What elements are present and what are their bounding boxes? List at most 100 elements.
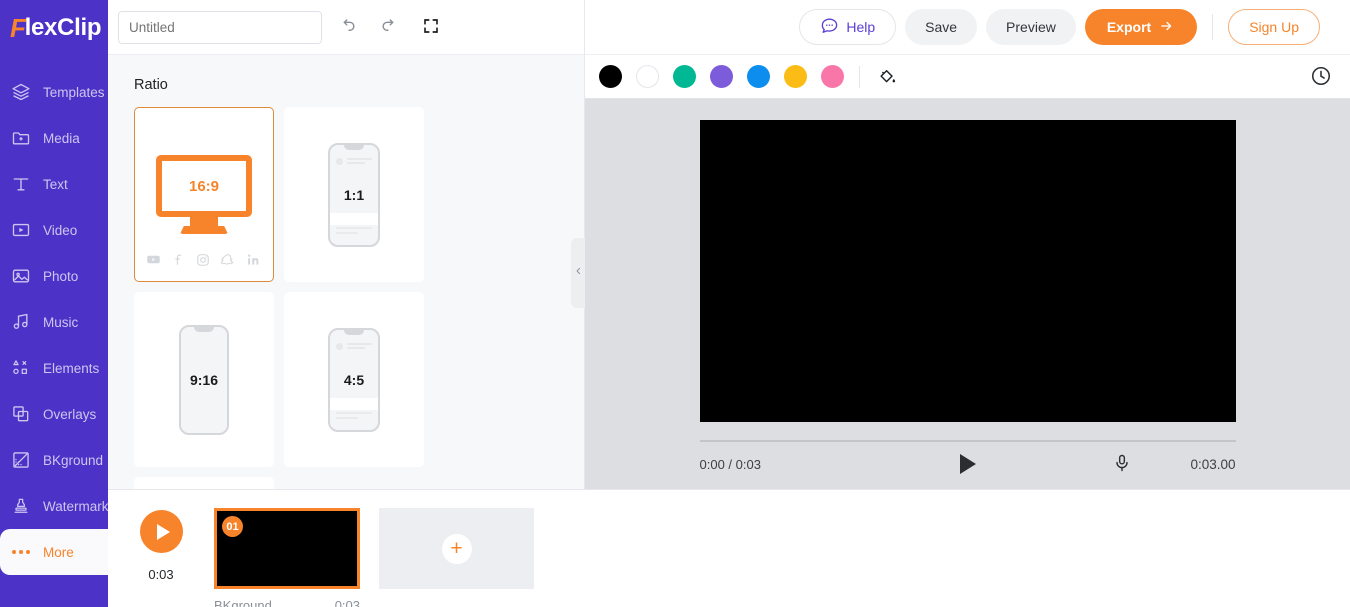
signup-button[interactable]: Sign Up [1228,9,1320,45]
toolbar-divider [1212,14,1214,40]
templates-icon [8,79,34,105]
sidebar-item-photo[interactable]: Photo [0,253,108,299]
player-time-current: 0:00 / 0:03 [699,456,761,472]
logo-f-mark: F [10,12,26,43]
phone-mockup: 9:16 [179,324,229,435]
ratio-option-4-5[interactable]: 4:5 [284,292,424,467]
monitor-base [180,226,228,234]
color-swatch-teal[interactable] [673,65,696,88]
linkedin-icon [246,253,262,267]
redo-button[interactable] [372,10,406,44]
plus-icon: + [441,533,472,564]
sidebar-item-music[interactable]: Music [0,299,108,345]
clip-meta: BKground 0:03 [214,598,360,607]
chevron-left-icon [574,264,583,283]
ratio-option-9-16[interactable]: 9:16 [134,292,274,467]
color-swatch-blue[interactable] [747,65,770,88]
sidebar-item-label: Overlays [43,406,97,422]
color-swatch-white[interactable] [636,65,659,88]
clip-thumbnail[interactable]: 01 [214,508,360,589]
sidebar-item-label: Photo [43,268,79,284]
project-title-input[interactable] [118,10,322,44]
panel-collapse-button[interactable] [571,238,585,308]
app-logo[interactable]: FlexClip [0,0,108,55]
snapchat-icon [221,253,235,267]
clip-index-badge: 01 [222,516,243,537]
bkground-icon [8,447,34,473]
monitor-mockup: 16:9 [156,155,252,234]
facebook-icon [172,252,185,267]
sidebar-nav: Templates Media Text Video Photo Music E… [0,55,109,575]
sidebar-item-bkground[interactable]: BKground [0,437,108,483]
mock-text-lines [347,157,372,166]
mock-text-lines [347,342,372,351]
sidebar-item-label: Media [43,130,80,146]
ratio-label: 16:9 [156,155,252,217]
mock-post-image [330,397,378,410]
color-swatch-pink[interactable] [821,65,844,88]
phone-mockup: 1:1 [328,142,380,247]
save-button[interactable]: Save [905,9,978,45]
timeline-play-button[interactable] [139,510,183,553]
export-button[interactable]: Export [1084,9,1198,45]
monitor-neck [190,217,218,226]
sidebar-item-overlays[interactable]: Overlays [0,391,108,437]
sidebar-item-media[interactable]: Media [0,115,108,161]
undo-icon [338,16,357,38]
sidebar-item-watermark[interactable]: Watermark [0,483,109,529]
mock-post-header [336,157,372,166]
instagram-icon [196,253,210,267]
flexclip-editor: FlexClip Templates Media Text Video Phot… [0,0,1350,607]
sidebar-item-more[interactable]: More [0,519,108,575]
preview-label: Preview [1006,19,1056,35]
timeline-clips: 01 BKground 0:03 + [214,502,534,607]
color-bar-divider [859,65,860,88]
mock-post-header [336,342,372,351]
sidebar-item-text[interactable]: Text [0,161,108,207]
video-icon [8,217,34,243]
clip-name: BKground [214,598,272,607]
fullscreen-button[interactable] [414,10,448,44]
video-canvas[interactable] [699,120,1236,422]
sidebar-item-elements[interactable]: Elements [0,345,108,391]
color-swatch-purple[interactable] [710,65,733,88]
sidebar-item-label: Music [43,314,79,330]
mock-post-image [330,212,378,225]
sidebar-item-label: Video [43,222,78,238]
media-icon [8,125,34,151]
redo-icon [380,16,399,38]
microphone-icon[interactable] [1112,453,1132,476]
save-label: Save [925,19,958,35]
music-icon [8,309,34,335]
phone-mockup: 4:5 [328,327,380,432]
ratio-option-16-9[interactable]: 16:9 [134,107,274,282]
ratio-option-1-1[interactable]: 1:1 [284,107,424,282]
history-clock-icon[interactable] [1310,65,1334,89]
color-swatch-yellow[interactable] [784,65,807,88]
youtube-icon [146,252,161,267]
timeline-total-duration: 0:03 [148,567,174,582]
paint-bucket-icon[interactable] [875,65,899,89]
ratio-label: 1:1 [343,186,365,203]
elements-icon [8,355,34,381]
phone-notch [344,144,364,150]
social-platform-row [135,252,273,267]
player-play-button[interactable] [959,454,976,474]
sidebar-item-templates[interactable]: Templates [0,69,108,115]
sidebar-item-video[interactable]: Video [0,207,108,253]
photo-icon [8,263,34,289]
background-color-bar [585,55,1350,99]
phone-notch [194,326,214,332]
text-icon [8,171,34,197]
preview-button[interactable]: Preview [986,9,1076,45]
help-button[interactable]: Help [799,9,897,45]
mock-avatar [336,158,343,165]
add-clip-button[interactable]: + [379,508,534,589]
panel-heading: Ratio [134,77,168,93]
color-swatch-black[interactable] [599,65,622,88]
timeline-clip[interactable]: 01 BKground 0:03 [214,508,360,607]
player-control-row: 0:00 / 0:03 0:03.00 [700,442,1236,486]
clip-duration: 0:03 [334,598,360,607]
mock-avatar [336,343,343,350]
undo-button[interactable] [330,10,364,44]
